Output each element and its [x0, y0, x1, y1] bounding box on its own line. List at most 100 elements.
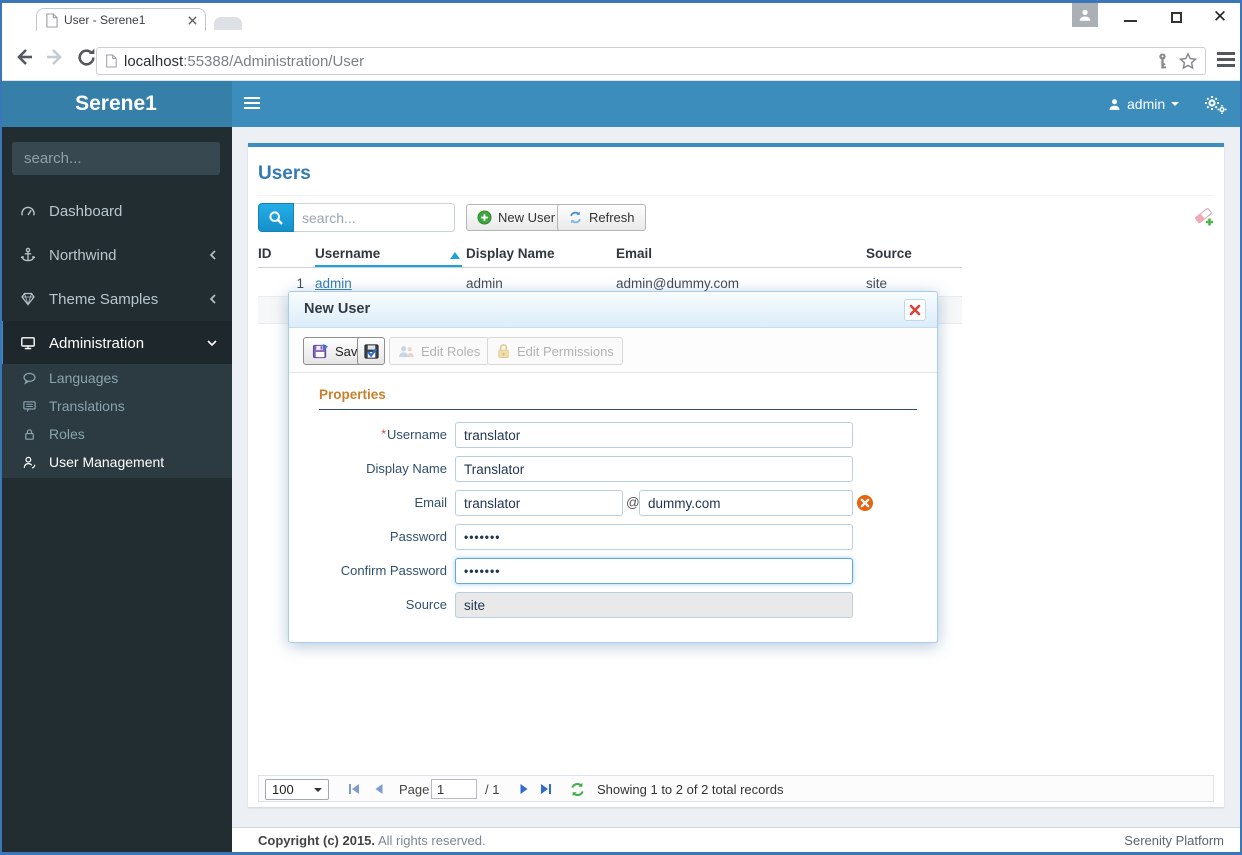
- back-button[interactable]: [13, 46, 35, 68]
- tab-close-icon[interactable]: [188, 15, 197, 25]
- row-username-link[interactable]: admin: [315, 276, 352, 291]
- copyright-text: Copyright (c) 2015. All rights reserved.: [258, 833, 486, 848]
- confirm-password-field[interactable]: [455, 558, 853, 584]
- sidebar-item-roles[interactable]: Roles: [0, 420, 232, 448]
- username-field[interactable]: [455, 422, 853, 448]
- column-header-id[interactable]: ID: [258, 246, 272, 261]
- browser-tab[interactable]: User - Serene1: [36, 8, 206, 31]
- diamond-icon: [20, 291, 36, 307]
- grid-search-input[interactable]: [294, 203, 455, 232]
- sidebar-item-label: Translations: [49, 398, 125, 414]
- sidebar-item-label: User Management: [49, 454, 165, 470]
- page-total: / 1: [485, 782, 500, 797]
- sidebar-item-dashboard[interactable]: Dashboard: [0, 189, 232, 233]
- dialog-body: Properties *Username Display Name Email …: [289, 373, 937, 644]
- new-tab-button[interactable]: [214, 17, 242, 31]
- sidebar-item-northwind[interactable]: Northwind: [0, 233, 232, 277]
- app-logo[interactable]: Serene1: [0, 81, 232, 127]
- sidebar-item-administration[interactable]: Administration: [0, 321, 232, 365]
- gold-lock-icon: [496, 343, 511, 359]
- page-number-input[interactable]: [431, 779, 477, 799]
- reload-button[interactable]: [76, 47, 98, 69]
- email-error-icon[interactable]: [856, 494, 874, 512]
- next-page-button[interactable]: [517, 782, 531, 796]
- sidebar-toggle-icon[interactable]: [244, 97, 262, 111]
- sidebar-item-languages[interactable]: Languages: [0, 364, 232, 392]
- category-divider: [319, 409, 917, 410]
- caret-down-icon: [1171, 102, 1180, 106]
- tab-title: User - Serene1: [64, 13, 146, 27]
- browser-menu-icon[interactable]: [1217, 52, 1235, 68]
- last-page-button[interactable]: [539, 782, 553, 796]
- edit-permissions-button[interactable]: Edit Permissions: [487, 337, 623, 365]
- sidebar-item-user-management[interactable]: User Management: [0, 448, 232, 476]
- column-header-username[interactable]: Username: [315, 246, 380, 261]
- grid-search-button[interactable]: [258, 203, 294, 232]
- email-domain-field[interactable]: [639, 490, 853, 516]
- email-at-separator: @: [626, 495, 640, 510]
- page-size-select[interactable]: 100: [265, 779, 329, 800]
- page-icon: [45, 12, 58, 28]
- grid-header-divider: [258, 267, 962, 268]
- first-page-button[interactable]: [347, 782, 361, 796]
- user-dropdown[interactable]: admin: [1108, 93, 1180, 115]
- edit-roles-label: Edit Roles: [421, 343, 481, 359]
- password-field[interactable]: [455, 524, 853, 550]
- window-close-button[interactable]: ✕: [1206, 6, 1234, 28]
- plus-circle-icon: [477, 210, 492, 225]
- pager-refresh-icon[interactable]: [569, 781, 586, 798]
- prev-page-button[interactable]: [372, 782, 386, 796]
- edit-permissions-label: Edit Permissions: [517, 343, 614, 359]
- window-minimize-button[interactable]: [1116, 8, 1144, 26]
- include-deleted-eraser-icon[interactable]: [1192, 205, 1216, 229]
- window-maximize-button[interactable]: [1162, 8, 1190, 26]
- browser-titlebar: User - Serene1 ✕: [0, 0, 1242, 31]
- page-title: Users: [258, 163, 311, 184]
- sidebar-item-label: Theme Samples: [49, 290, 159, 308]
- address-bar[interactable]: localhost:55388/Administration/User: [96, 47, 1206, 75]
- column-header-email[interactable]: Email: [616, 246, 652, 261]
- page-size-value: 100: [272, 782, 294, 797]
- page-label: Page: [399, 782, 430, 797]
- sidebar-item-label: Administration: [49, 334, 145, 352]
- email-user-field[interactable]: [455, 490, 623, 516]
- confirm-password-label: Confirm Password: [340, 563, 447, 578]
- sidebar-item-label: Roles: [49, 426, 85, 442]
- dashboard-icon: [20, 203, 36, 219]
- column-header-display-name[interactable]: Display Name: [466, 246, 555, 261]
- password-key-icon[interactable]: [1156, 53, 1169, 70]
- edit-roles-button[interactable]: Edit Roles: [389, 337, 490, 365]
- apply-changes-button[interactable]: [357, 337, 385, 365]
- sidebar-item-translations[interactable]: Translations: [0, 392, 232, 420]
- apply-floppy-check-icon: [363, 343, 380, 360]
- username-field-row: *Username: [289, 422, 937, 448]
- sort-asc-icon: [450, 252, 460, 259]
- window-frame: [0, 0, 1242, 3]
- sidebar-item-theme-samples[interactable]: Theme Samples: [0, 277, 232, 321]
- user-name: admin: [1127, 96, 1166, 112]
- dialog-close-button[interactable]: [904, 299, 926, 321]
- sidebar-search: [12, 142, 245, 175]
- user-icon: [22, 455, 37, 470]
- grid-pager: 100 Page / 1 Showing 1 to 2 of 2 total r…: [258, 775, 1214, 802]
- title-divider: [258, 195, 1214, 196]
- new-user-label: New User: [498, 210, 556, 225]
- refresh-button[interactable]: Refresh: [557, 204, 646, 231]
- dialog-titlebar[interactable]: New User: [289, 292, 937, 328]
- column-header-source[interactable]: Source: [866, 246, 912, 261]
- display-name-field[interactable]: [455, 456, 853, 482]
- desktop-icon: [20, 335, 36, 351]
- new-user-button[interactable]: New User: [466, 204, 567, 231]
- refresh-label: Refresh: [589, 210, 635, 225]
- sidebar-search-input[interactable]: [12, 150, 231, 167]
- forward-button[interactable]: [44, 46, 66, 68]
- display-name-label: Display Name: [366, 461, 447, 476]
- bookmark-star-icon[interactable]: [1179, 52, 1197, 70]
- browser-profile-icon[interactable]: [1072, 3, 1098, 27]
- row-display-name: admin: [466, 276, 503, 291]
- anchor-icon: [20, 247, 36, 263]
- settings-gears-icon[interactable]: [1203, 94, 1227, 114]
- comment-icon: [22, 371, 37, 386]
- user-group-icon: [398, 344, 415, 359]
- user-icon: [1108, 98, 1121, 111]
